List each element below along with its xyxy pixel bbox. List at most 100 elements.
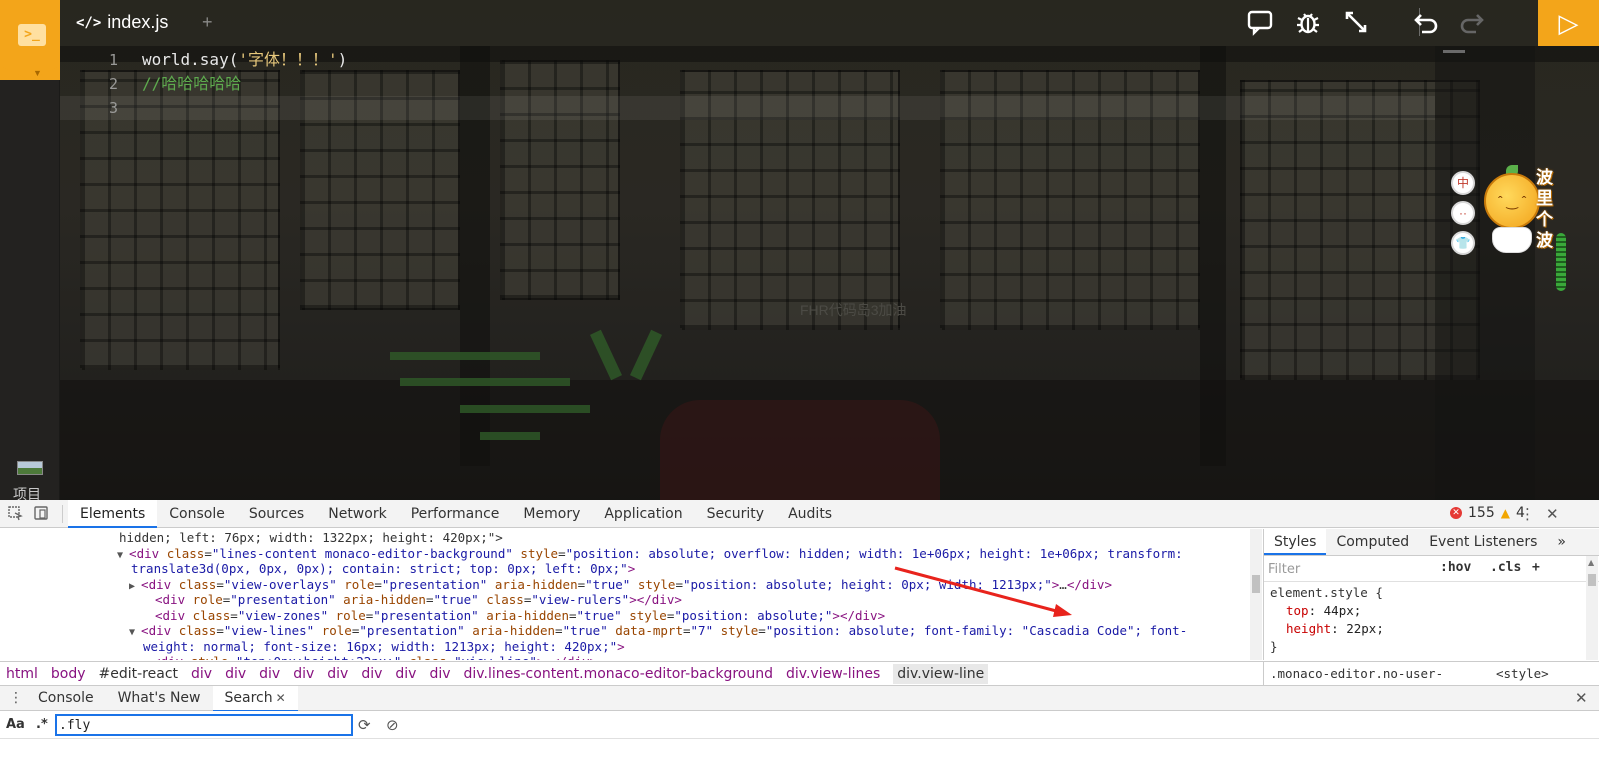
style-property[interactable]: top xyxy=(1286,603,1309,618)
cls-toggle[interactable]: .cls xyxy=(1490,560,1521,575)
dom-token: … xyxy=(544,654,552,660)
style-declaration[interactable]: height: 22px; xyxy=(1270,620,1384,638)
regex-toggle[interactable]: .* xyxy=(36,717,48,732)
mascot-assistant[interactable]: 中 ·· 👕 ˆ ‿ ˆ 波里个波 xyxy=(1448,165,1598,265)
style-declaration[interactable]: top: 44px; xyxy=(1270,602,1384,620)
devtools-tab-performance[interactable]: Performance xyxy=(399,500,512,528)
drawer-tab-console[interactable]: Console xyxy=(26,686,106,712)
expand-down-icon[interactable]: ▼ xyxy=(129,627,141,638)
dom-node-line[interactable]: <div role="presentation" aria-hidden="tr… xyxy=(155,592,682,608)
drawer-close-icon[interactable]: ✕ xyxy=(1575,689,1588,707)
file-tab-index-js[interactable]: </> index.js xyxy=(76,12,168,33)
breadcrumb-item[interactable]: div xyxy=(191,666,212,682)
chevron-down-icon[interactable]: ▼ xyxy=(33,68,42,78)
expand-right-icon[interactable]: ▶ xyxy=(141,658,153,660)
run-button[interactable]: ▷ xyxy=(1538,0,1599,46)
more-tabs-icon[interactable]: » xyxy=(1547,529,1576,555)
dom-token: > xyxy=(617,638,625,654)
breadcrumb-item[interactable]: #edit-react xyxy=(99,666,179,682)
style-value[interactable]: 22px; xyxy=(1346,621,1384,636)
fullscreen-icon[interactable] xyxy=(1340,8,1372,40)
redo-icon[interactable] xyxy=(1456,8,1488,40)
dom-node-line[interactable]: hidden; left: 76px; width: 1322px; heigh… xyxy=(119,530,503,546)
devtools-tab-memory[interactable]: Memory xyxy=(511,500,592,528)
clear-icon[interactable]: ⊘ xyxy=(386,716,399,734)
device-toolbar-icon[interactable] xyxy=(32,505,50,523)
styles-tab-styles[interactable]: Styles xyxy=(1264,529,1327,555)
breadcrumb-item[interactable]: html xyxy=(6,666,38,682)
code-line[interactable]: 2 //哈哈哈哈哈 xyxy=(60,72,1435,96)
drawer-tab-search[interactable]: Search ✕ xyxy=(212,686,298,712)
hov-toggle[interactable]: :hov xyxy=(1440,560,1471,575)
circle-button-1[interactable]: 中 xyxy=(1451,171,1475,195)
undo-icon[interactable] xyxy=(1410,8,1442,40)
refresh-icon[interactable]: ⟳ xyxy=(358,716,371,734)
style-value[interactable]: 44px; xyxy=(1324,603,1362,618)
dom-node-line[interactable]: translate3d(0px, 0px, 0px); contain: str… xyxy=(131,561,635,577)
devtools-tab-security[interactable]: Security xyxy=(695,500,777,528)
dom-token: <div xyxy=(155,607,193,623)
styles-filter-input[interactable] xyxy=(1268,559,1436,579)
dom-token: "presentation" xyxy=(381,576,488,592)
drawer-tab-label: What's New xyxy=(117,690,201,706)
search-input[interactable] xyxy=(55,714,353,736)
circle-button-3[interactable]: 👕 xyxy=(1451,231,1475,255)
expand-down-icon[interactable]: ▼ xyxy=(117,550,129,561)
add-tab-button[interactable]: + xyxy=(202,12,213,33)
styles-tab-computed[interactable]: Computed xyxy=(1326,529,1419,555)
breadcrumb-item[interactable]: div xyxy=(429,666,450,682)
drawer-menu-icon[interactable]: ⋮ xyxy=(9,690,23,706)
breadcrumb-item[interactable]: div xyxy=(327,666,348,682)
search-toolbar: Aa .* ⟳ ⊘ xyxy=(0,711,1599,739)
devtools-tab-elements[interactable]: Elements xyxy=(68,500,158,528)
match-case-toggle[interactable]: Aa xyxy=(6,717,25,732)
style-property[interactable]: height xyxy=(1286,621,1331,636)
dom-node-line[interactable]: <div class="view-zones" role="presentati… xyxy=(155,608,885,624)
dom-token: class xyxy=(192,607,231,623)
editor-minimap[interactable] xyxy=(1435,46,1535,510)
devtools-tab-console[interactable]: Console xyxy=(157,500,237,528)
breadcrumb-item[interactable]: body xyxy=(51,666,86,682)
dom-node-line[interactable]: weight: normal; font-size: 16px; width: … xyxy=(143,639,625,655)
bug-icon[interactable] xyxy=(1292,8,1324,40)
drawer-tab-what-s-new[interactable]: What's New xyxy=(106,686,213,712)
terminal-tab[interactable]: >_ xyxy=(0,0,60,80)
styles-scrollbar[interactable]: ▲ xyxy=(1586,556,1598,660)
scrollbar-handle[interactable] xyxy=(1556,233,1566,291)
breadcrumb-item[interactable]: div.view-line xyxy=(893,663,989,684)
breadcrumb-item[interactable]: div xyxy=(293,666,314,682)
close-icon[interactable]: ✕ xyxy=(1546,505,1559,523)
expand-right-icon[interactable]: ▶ xyxy=(129,581,141,592)
styles-tab-event-listeners[interactable]: Event Listeners xyxy=(1419,529,1547,555)
close-tab-icon[interactable]: ✕ xyxy=(276,691,286,705)
dom-tree[interactable]: hidden; left: 76px; width: 1322px; heigh… xyxy=(0,529,1258,660)
breadcrumb-item[interactable]: div xyxy=(225,666,246,682)
new-style-rule-button[interactable]: + xyxy=(1532,560,1540,575)
inspect-element-icon[interactable] xyxy=(6,505,24,523)
breadcrumb-item[interactable]: div xyxy=(395,666,416,682)
kebab-menu-icon[interactable]: ⋮ xyxy=(1520,505,1535,523)
circle-button-2[interactable]: ·· xyxy=(1451,201,1475,225)
dom-node-line[interactable]: ▶ <div style="top:0px;height:22px;" clas… xyxy=(141,654,597,660)
dom-tree-scrollbar[interactable] xyxy=(1250,529,1262,660)
line-number: 2 xyxy=(108,75,118,93)
breadcrumb-item[interactable]: div xyxy=(259,666,280,682)
code-line[interactable]: 1 world.say('字体！！！') xyxy=(60,48,1435,72)
devtools-tab-application[interactable]: Application xyxy=(592,500,694,528)
line-number: 3 xyxy=(108,99,118,117)
error-count: 155 xyxy=(1468,505,1495,521)
project-thumbnail-icon[interactable] xyxy=(17,461,43,475)
comment-icon[interactable] xyxy=(1244,8,1276,40)
rule-close-brace: } xyxy=(1270,639,1278,654)
rule-source-link[interactable]: <style> xyxy=(1496,666,1549,681)
breadcrumb-item[interactable]: div.lines-content.monaco-editor-backgrou… xyxy=(464,666,773,682)
devtools-tab-network[interactable]: Network xyxy=(316,500,398,528)
devtools-tab-audits[interactable]: Audits xyxy=(776,500,844,528)
code-line[interactable]: 3 xyxy=(60,96,1435,120)
breadcrumb-item[interactable]: div xyxy=(361,666,382,682)
code-editor[interactable]: 1 world.say('字体！！！') 2 //哈哈哈哈哈 3 xyxy=(60,46,1435,126)
issue-counts[interactable]: ✕ 155 ▲ 4 xyxy=(1450,505,1525,521)
breadcrumb-item[interactable]: div.view-lines xyxy=(786,666,880,682)
drawer-tab-label: Console xyxy=(38,690,94,706)
devtools-tab-sources[interactable]: Sources xyxy=(237,500,316,528)
